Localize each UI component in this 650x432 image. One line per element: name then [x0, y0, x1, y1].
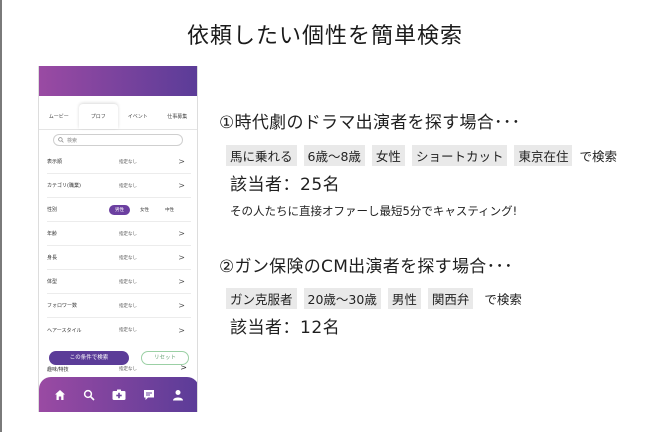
gender-option-neutral[interactable]: 中性 — [159, 205, 180, 215]
case1-result-count: 該当者：25名 — [230, 175, 341, 195]
filter-label: 表示順 — [47, 159, 63, 165]
case1-tag-list: 馬に乗れる 6歳～8歳 女性 ショートカット 東京在住 で検索 — [226, 145, 617, 166]
tab-profile[interactable]: プロフ — [78, 104, 118, 129]
filter-label: カテゴリ(職業) — [47, 183, 81, 189]
filter-label: 身長 — [47, 255, 58, 261]
search-icon[interactable] — [82, 388, 96, 402]
chevron-right-icon: > — [178, 157, 185, 166]
filter-value: 指定なし — [119, 367, 137, 372]
chevron-right-icon: > — [178, 301, 185, 310]
filter-value: 指定なし — [119, 231, 137, 237]
case1-title: ①時代劇のドラマ出演者を探す場合･･･ — [219, 113, 521, 133]
tab-event[interactable]: イベント — [118, 104, 158, 129]
search-tag: 女性 — [371, 145, 405, 166]
filter-row-sort[interactable]: 表示順 指定なし > — [47, 150, 191, 174]
app-header-bar — [39, 66, 197, 96]
gender-option-male[interactable]: 男性 — [109, 204, 130, 215]
gender-segmented-control: 男性 女性 中性 — [109, 204, 180, 215]
search-with-conditions-button[interactable]: この条件で検索 — [49, 351, 129, 365]
home-icon[interactable] — [53, 388, 67, 402]
chevron-right-icon: > — [178, 229, 185, 238]
case2-title: ②ガン保険のCM出演者を探す場合･･･ — [219, 257, 513, 277]
left-border-line — [0, 0, 2, 432]
search-tag: 男性 — [387, 288, 421, 309]
tab-movie[interactable]: ムービー — [39, 104, 79, 129]
case1-note: その人たちに直接オファーし最短5分でキャスティング! — [230, 204, 518, 218]
filter-row-hobby[interactable]: 趣味/特技 指定なし > — [47, 363, 193, 373]
action-buttons: この条件で検索 リセット — [49, 351, 189, 365]
slide-title: 依頼したい個性を簡単検索 — [186, 24, 463, 49]
phone-mockup: ムービー プロフ イベント 仕事募集 検索 表示順 指定なし > カテゴリ(職業… — [38, 66, 198, 412]
search-suffix: で検索 — [579, 149, 617, 164]
filter-value: 指定なし — [119, 303, 137, 309]
medical-plus-icon[interactable] — [112, 388, 126, 402]
filter-value: 指定なし — [119, 183, 137, 189]
bottom-navigation — [39, 377, 197, 412]
search-icon — [58, 137, 64, 143]
search-tag: 馬に乗れる — [226, 145, 297, 166]
search-input[interactable]: 検索 — [53, 134, 183, 146]
search-tag: 東京在住 — [514, 145, 573, 166]
gender-option-female[interactable]: 女性 — [134, 205, 155, 215]
search-tag: ショートカット — [411, 145, 508, 166]
search-tag: 6歳～8歳 — [303, 145, 365, 166]
chevron-right-icon: > — [180, 363, 187, 372]
filter-value: 指定なし — [119, 255, 137, 261]
search-tag: ガン克服者 — [226, 288, 297, 309]
chevron-right-icon: > — [178, 277, 185, 286]
tab-bar: ムービー プロフ イベント 仕事募集 — [39, 104, 197, 130]
filter-row-height[interactable]: 身長 指定なし > — [47, 246, 191, 270]
chat-icon[interactable] — [142, 388, 156, 402]
filter-label: 体型 — [47, 279, 58, 285]
filter-label: 年齢 — [47, 231, 58, 237]
filter-value: 指定なし — [119, 328, 137, 333]
filter-row-age[interactable]: 年齢 指定なし > — [47, 222, 191, 246]
chevron-right-icon: > — [178, 325, 185, 335]
filter-row-category[interactable]: カテゴリ(職業) 指定なし > — [47, 174, 191, 198]
filter-row-body-type[interactable]: 体型 指定なし > — [47, 270, 191, 294]
filter-label: ヘアースタイル — [47, 327, 82, 334]
filter-value: 指定なし — [119, 159, 137, 165]
filter-value: 指定なし — [119, 279, 137, 285]
filter-row-gender: 性別 男性 女性 中性 — [47, 198, 191, 222]
filter-row-hairstyle[interactable]: ヘアースタイル 指定なし > — [47, 318, 191, 342]
chevron-right-icon: > — [178, 181, 185, 190]
filter-label: 趣味/特技 — [47, 367, 69, 373]
search-placeholder: 検索 — [67, 137, 78, 144]
filter-row-followers[interactable]: フォロワー数 指定なし > — [47, 294, 191, 318]
user-icon[interactable] — [171, 388, 185, 402]
case2-tag-list: ガン克服者 20歳～30歳 男性 関西弁 で検索 — [226, 288, 522, 309]
chevron-right-icon: > — [178, 253, 185, 262]
case2-result-count: 該当者：12名 — [230, 318, 341, 338]
filter-label: フォロワー数 — [47, 303, 78, 309]
search-suffix: で検索 — [484, 292, 522, 307]
search-tag: 関西弁 — [427, 288, 474, 309]
tab-job-posting[interactable]: 仕事募集 — [158, 104, 198, 129]
search-tag: 20歳～30歳 — [303, 288, 381, 309]
